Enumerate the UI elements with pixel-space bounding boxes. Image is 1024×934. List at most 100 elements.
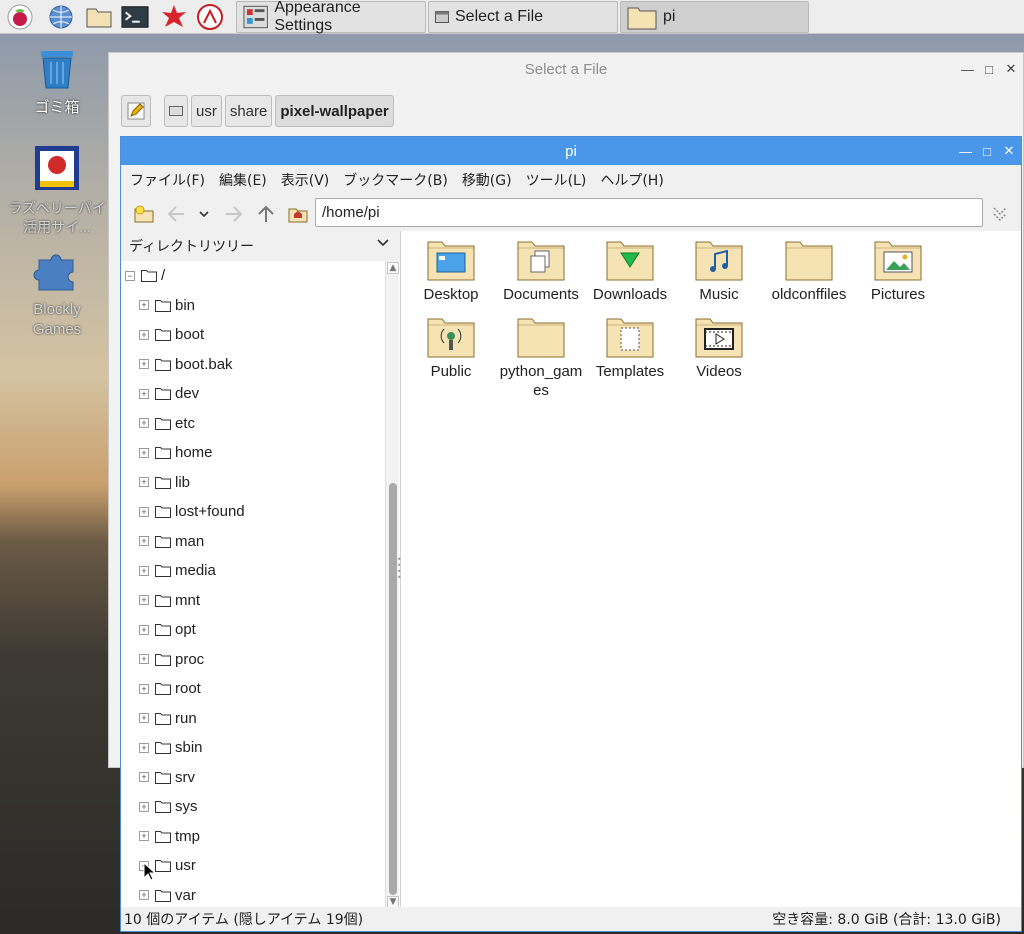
menu-bookmarks[interactable]: ブックマーク(B) <box>343 170 448 190</box>
taskbar-window-select-file[interactable]: Select a File <box>428 1 618 33</box>
tree-item-root[interactable]: + root <box>139 674 201 704</box>
pane-splitter[interactable]: • • • • <box>397 556 402 582</box>
expand-icon[interactable]: + <box>139 713 149 724</box>
tree-item-sys[interactable]: + sys <box>139 792 198 822</box>
desktop-icon-raspi-site[interactable]: ラズベリーパイ活用サイ... <box>7 145 107 237</box>
menu-go[interactable]: 移動(G) <box>462 170 512 190</box>
expand-icon[interactable]: + <box>139 388 149 399</box>
go-arrow-icon[interactable] <box>989 203 1011 225</box>
expand-icon[interactable]: + <box>139 831 149 842</box>
taskbar-window-pi[interactable]: pi <box>620 1 809 33</box>
side-pane-mode-selector[interactable]: ディレクトリツリー <box>121 231 400 261</box>
expand-icon[interactable]: + <box>139 300 149 311</box>
scroll-up-arrow-icon[interactable]: ▲ <box>387 262 399 274</box>
collapse-icon[interactable]: − <box>125 270 135 281</box>
maximize-icon[interactable]: □ <box>983 62 995 77</box>
minimize-icon[interactable]: — <box>959 144 972 159</box>
wolfram-icon[interactable] <box>196 3 224 31</box>
file-manager-titlebar[interactable]: pi — □ ✕ <box>121 137 1021 165</box>
type-path-button[interactable] <box>121 95 151 127</box>
tree-item-man[interactable]: + man <box>139 527 204 557</box>
expand-icon[interactable]: + <box>139 565 149 576</box>
tree-item-home[interactable]: + home <box>139 438 213 468</box>
expand-icon[interactable]: + <box>139 595 149 606</box>
file-item-templates[interactable]: Templates <box>585 316 675 381</box>
tree-item-proc[interactable]: + proc <box>139 645 204 675</box>
tree-item-bin[interactable]: + bin <box>139 291 195 321</box>
file-item-python-games[interactable]: python_games <box>496 316 586 400</box>
path-bar: usr share pixel-wallpaper <box>121 95 394 127</box>
expand-icon[interactable]: + <box>139 506 149 517</box>
select-file-titlebar[interactable]: Select a File — □ ✕ <box>109 53 1023 85</box>
path-button-pixel-wallpaper[interactable]: pixel-wallpaper <box>275 95 394 127</box>
expand-icon[interactable]: + <box>139 447 149 458</box>
expand-icon[interactable]: + <box>139 654 149 665</box>
menu-view[interactable]: 表示(V) <box>281 170 330 190</box>
tree-item-lib[interactable]: + lib <box>139 468 190 498</box>
desktop-icon-trash[interactable]: ゴミ箱 <box>7 48 107 118</box>
tree-item-boot[interactable]: + boot <box>139 320 204 350</box>
forward-arrow-icon[interactable] <box>223 203 245 225</box>
tree-item-sbin[interactable]: + sbin <box>139 733 203 763</box>
menu-tools[interactable]: ツール(L) <box>526 170 587 190</box>
expand-icon[interactable]: + <box>139 418 149 429</box>
expand-icon[interactable]: + <box>139 890 149 901</box>
file-item-oldconffiles[interactable]: oldconffiles <box>764 239 854 304</box>
history-dropdown-icon[interactable] <box>193 203 215 225</box>
path-button-usr[interactable]: usr <box>191 95 222 127</box>
file-item-music[interactable]: Music <box>674 239 764 304</box>
file-item-pictures[interactable]: Pictures <box>853 239 943 304</box>
tree-item-media[interactable]: + media <box>139 556 216 586</box>
minimize-icon[interactable]: — <box>961 62 974 77</box>
folder-icon <box>155 712 171 725</box>
expand-icon[interactable]: + <box>139 683 149 694</box>
home-icon[interactable] <box>287 203 309 225</box>
address-bar[interactable]: /home/pi <box>315 198 983 227</box>
taskbar-window-appearance-settings[interactable]: Appearance Settings <box>236 0 426 34</box>
tree-root[interactable]: − / <box>125 261 165 291</box>
file-item-desktop[interactable]: Desktop <box>406 239 496 304</box>
menu-edit[interactable]: 編集(E) <box>219 170 267 190</box>
close-icon[interactable]: ✕ <box>1005 61 1017 77</box>
tree-item-mnt[interactable]: + mnt <box>139 586 200 616</box>
expand-icon[interactable]: + <box>139 359 149 370</box>
desktop-icon-blockly[interactable]: Blockly Games <box>7 252 107 340</box>
back-arrow-icon[interactable] <box>165 203 187 225</box>
expand-icon[interactable]: + <box>139 329 149 340</box>
tree-item-etc[interactable]: + etc <box>139 409 195 439</box>
scrollbar-thumb[interactable] <box>389 483 397 895</box>
tree-item-opt[interactable]: + opt <box>139 615 196 645</box>
web-browser-icon[interactable] <box>47 3 75 31</box>
menu-file[interactable]: ファイル(F) <box>130 170 205 190</box>
tree-item-run[interactable]: + run <box>139 704 197 734</box>
maximize-icon[interactable]: □ <box>981 144 993 159</box>
tree-item-var[interactable]: + var <box>139 881 196 910</box>
file-manager-icon[interactable] <box>85 3 113 31</box>
menu-help[interactable]: ヘルプ(H) <box>600 170 663 190</box>
up-arrow-icon[interactable] <box>255 203 277 225</box>
file-item-public[interactable]: Public <box>406 316 496 381</box>
close-icon[interactable]: ✕ <box>1003 143 1015 159</box>
terminal-icon[interactable] <box>121 3 149 31</box>
tree-scrollbar[interactable]: ▲ ▼ <box>385 261 399 909</box>
file-item-videos[interactable]: Videos <box>674 316 764 381</box>
tree-item-dev[interactable]: + dev <box>139 379 199 409</box>
expand-icon[interactable]: + <box>139 742 149 753</box>
expand-icon[interactable]: + <box>139 477 149 488</box>
tree-item-lost-found[interactable]: + lost+found <box>139 497 245 527</box>
expand-icon[interactable]: + <box>139 801 149 812</box>
raspberry-menu-icon[interactable] <box>6 3 34 31</box>
expand-icon[interactable]: + <box>139 624 149 635</box>
tree-item-boot-bak[interactable]: + boot.bak <box>139 350 233 380</box>
file-item-documents[interactable]: Documents <box>496 239 586 304</box>
path-root-button[interactable] <box>164 95 188 127</box>
expand-icon[interactable]: + <box>139 536 149 547</box>
tree-item-srv[interactable]: + srv <box>139 763 195 793</box>
tree-item-tmp[interactable]: + tmp <box>139 822 200 852</box>
directory-tree: − / + bin + boot + boot.bak + dev + etc + home + lib +… <box>121 261 385 909</box>
path-button-share[interactable]: share <box>224 95 273 127</box>
expand-icon[interactable]: + <box>139 772 149 783</box>
mathematica-icon[interactable] <box>160 3 188 31</box>
file-item-downloads[interactable]: Downloads <box>585 239 675 304</box>
new-tab-icon[interactable] <box>133 203 155 225</box>
